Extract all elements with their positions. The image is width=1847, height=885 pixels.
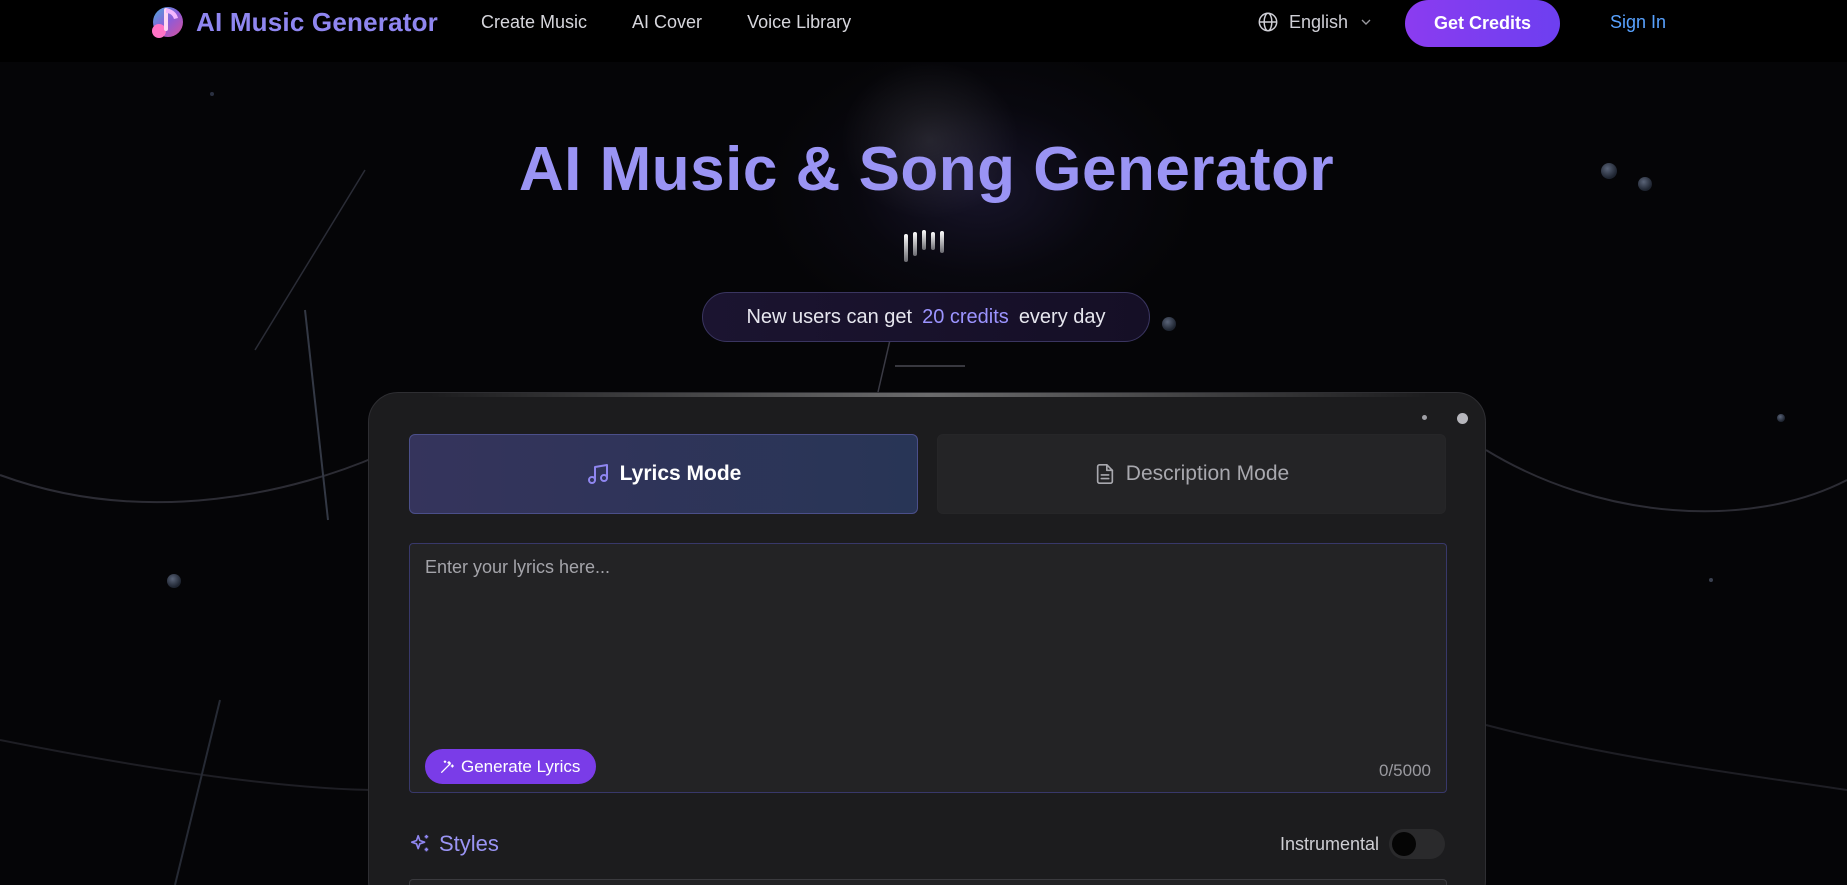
nav-voice-library[interactable]: Voice Library	[747, 12, 851, 33]
music-note-logo-icon	[152, 7, 183, 38]
generate-lyrics-button[interactable]: Generate Lyrics	[425, 749, 597, 784]
main-nav: Create Music AI Cover Voice Library	[481, 12, 851, 33]
music-note-icon	[587, 464, 608, 484]
globe-icon	[1258, 12, 1278, 32]
new-user-credits-badge: New users can get 20 credits every day	[702, 292, 1150, 342]
decor-dot	[1457, 413, 1468, 424]
lyrics-input[interactable]	[410, 544, 1446, 734]
nav-ai-cover[interactable]: AI Cover	[632, 12, 702, 33]
lyrics-editor: Generate Lyrics 0/5000	[409, 543, 1447, 793]
top-navbar: AI Music Generator Create Music AI Cover…	[0, 0, 1847, 62]
styles-header: Styles	[409, 831, 499, 857]
generate-lyrics-label: Generate Lyrics	[461, 756, 581, 776]
instrumental-control: Instrumental	[1280, 829, 1445, 859]
styles-input[interactable]	[409, 879, 1447, 885]
styles-label: Styles	[439, 831, 499, 856]
language-label: English	[1289, 11, 1349, 32]
character-counter: 0/5000	[1379, 761, 1431, 780]
card-top-highlight	[429, 393, 1429, 397]
toggle-knob	[1392, 832, 1416, 856]
tab-lyrics-mode[interactable]: Lyrics Mode	[409, 434, 918, 514]
tab-description-mode[interactable]: Description Mode	[937, 434, 1446, 514]
credits-amount: 20 credits	[922, 305, 1009, 328]
instrumental-toggle[interactable]	[1389, 829, 1445, 859]
generator-card: Lyrics Mode Description Mode Generate Ly…	[368, 392, 1486, 885]
instrumental-label: Instrumental	[1279, 833, 1379, 854]
decor-dot	[1422, 415, 1427, 420]
brand-link[interactable]: AI Music Generator	[146, 2, 438, 42]
magic-wand-icon	[441, 759, 454, 773]
page-title: AI Music & Song Generator	[518, 135, 1335, 204]
credits-text-suffix: every day	[1018, 305, 1106, 328]
tab-lyrics-label: Lyrics Mode	[619, 462, 742, 485]
brand-name: AI Music Generator	[196, 6, 438, 37]
chevron-down-icon	[1361, 19, 1371, 25]
language-selector[interactable]: English	[1257, 11, 1374, 33]
sign-in-link[interactable]: Sign In	[1610, 12, 1666, 33]
tab-description-label: Description Mode	[1125, 462, 1290, 485]
nav-create-music[interactable]: Create Music	[481, 12, 587, 33]
get-credits-button[interactable]: Get Credits	[1405, 0, 1560, 47]
document-icon	[1096, 464, 1113, 484]
sparkles-icon	[410, 834, 429, 852]
sound-wave-icon	[904, 230, 944, 262]
credits-text-prefix: New users can get	[746, 305, 913, 328]
